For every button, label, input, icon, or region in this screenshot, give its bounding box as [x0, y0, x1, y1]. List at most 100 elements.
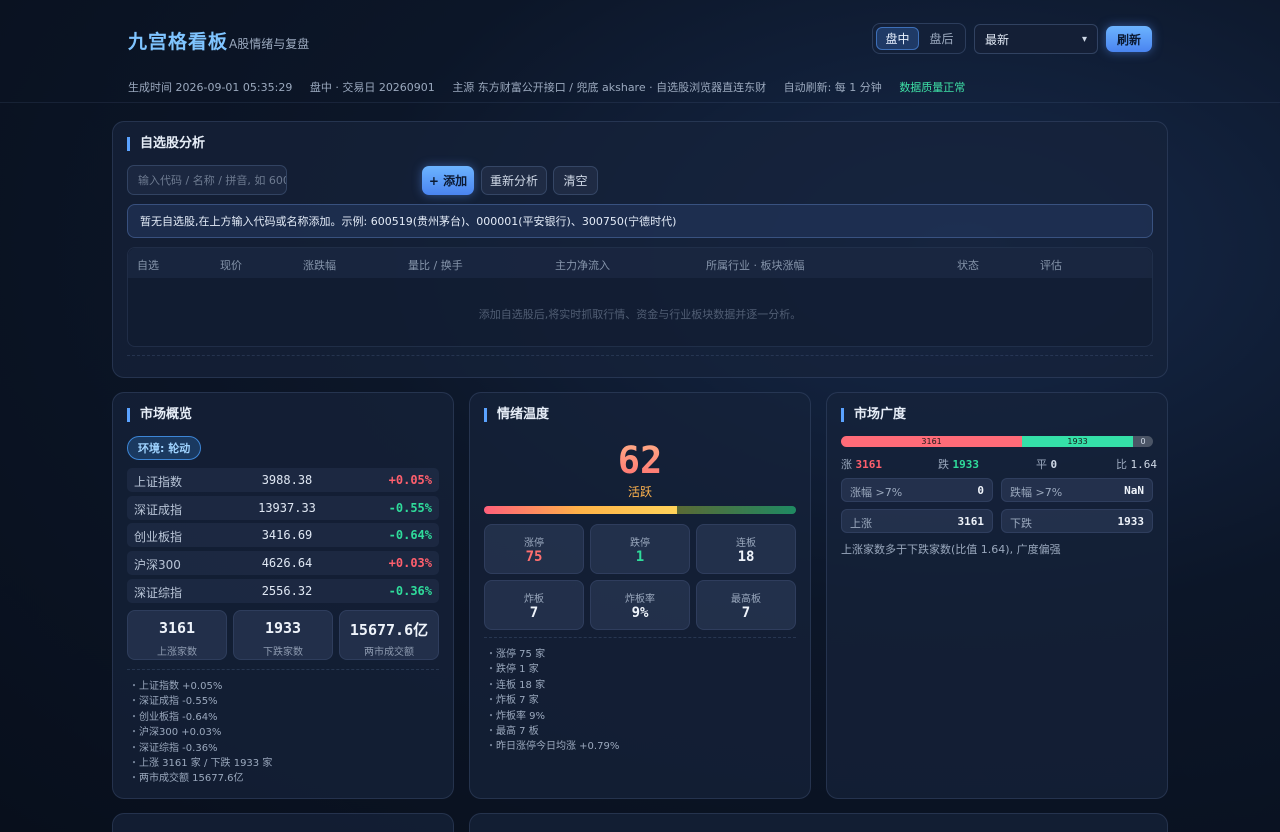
index-change: -0.55% — [388, 501, 432, 515]
cell-value: 0 — [977, 484, 984, 497]
list-item: 炸板率 9% — [486, 709, 619, 724]
watchlist-empty-text: 添加自选股后,将实时抓取行情、资金与行业板块数据并逐一分析。 — [478, 308, 802, 321]
index-name: 沪深300 — [134, 558, 181, 572]
breadth-cell: 下跌 1933 — [1001, 509, 1153, 533]
cell-value: 1933 — [1117, 515, 1145, 528]
cell-value: 75 — [525, 549, 543, 565]
stat-label: 上涨家数 — [157, 647, 197, 658]
breadth-cell: 跌幅 >7% NaN — [1001, 478, 1153, 502]
temperature-bar-fill — [484, 506, 678, 514]
col-change[interactable]: 涨跌幅 — [303, 257, 336, 273]
temperature-bar — [484, 506, 796, 514]
watchlist-search-input[interactable]: 输入代码 / 名称 / 拼音, 如 600519 — [127, 165, 287, 195]
index-name: 创业板指 — [134, 530, 183, 544]
limit-up-cell: 涨停 75 — [484, 524, 584, 574]
meta-line: 生成时间 2026-09-01 05:35:29 盘中 · 交易日 202609… — [128, 79, 979, 95]
index-name: 深证综指 — [134, 586, 183, 600]
divider — [127, 669, 439, 670]
cell-label: 炸板 — [524, 594, 544, 605]
summary-label: 平 — [1036, 458, 1047, 471]
watchlist-table: 自选 现价 涨跌幅 量比 / 换手 主力净流入 所属行业 · 板块涨幅 状态 评… — [127, 247, 1153, 347]
environment-badge: 环境: 轮动 — [127, 436, 202, 460]
session-intraday-button[interactable]: 盘中 — [876, 27, 919, 50]
header: 九宫格看板 A股情绪与复盘 盘中 盘后 最新 ▾ 刷新 生成时间 2026-09… — [0, 0, 1280, 103]
cell-value: 1 — [635, 549, 645, 565]
stat-down-count: 1933 下跌家数 — [233, 610, 333, 660]
col-main-inflow[interactable]: 主力净流入 — [555, 257, 610, 273]
cell-label: 涨幅 >7% — [850, 486, 903, 499]
index-row: 创业板指 3416.69 -0.64% — [127, 523, 439, 547]
index-change: +0.05% — [388, 473, 432, 487]
page-subtitle: A股情绪与复盘 — [229, 37, 310, 51]
refresh-button[interactable]: 刷新 — [1106, 26, 1152, 52]
index-name: 深证成指 — [134, 503, 183, 517]
index-name: 上证指数 — [134, 475, 183, 489]
breadth-down-segment: 1933 — [1022, 436, 1133, 447]
watchlist-notice: 暂无自选股,在上方输入代码或名称添加。示例: 600519(贵州茅台)、0000… — [127, 204, 1153, 238]
breadth-description: 上涨家数多于下跌家数(比值 1.64), 广度偏强 — [841, 543, 1061, 556]
stat-label: 下跌家数 — [263, 647, 303, 658]
lower-card — [112, 813, 454, 832]
summary-label: 比 — [1116, 458, 1127, 471]
data-quality-status: 数据质量正常 — [899, 81, 966, 94]
breadth-up-summary: 涨 3161 — [841, 456, 882, 472]
clear-button[interactable]: 清空 — [553, 166, 598, 195]
watchlist-title: 自选股分析 — [127, 137, 205, 151]
cell-label: 涨停 — [524, 538, 544, 549]
list-item: 上证指数 +0.05% — [129, 679, 272, 694]
stat-up-count: 3161 上涨家数 — [127, 610, 227, 660]
session-afterhours-button[interactable]: 盘后 — [921, 27, 962, 50]
col-price[interactable]: 现价 — [220, 257, 242, 273]
cell-value: 3161 — [957, 515, 985, 528]
session-toggle: 盘中 盘后 — [872, 23, 966, 54]
lower-card — [469, 813, 1168, 832]
cell-label: 炸板率 — [625, 594, 655, 605]
breadth-flat-summary: 平 0 — [1036, 456, 1057, 472]
highest-board-cell: 最高板 7 — [696, 580, 796, 630]
watchlist-table-header: 自选 现价 涨跌幅 量比 / 换手 主力净流入 所属行业 · 板块涨幅 状态 评… — [128, 248, 1152, 278]
col-volume-turnover[interactable]: 量比 / 换手 — [408, 257, 463, 273]
breadth-cell: 上涨 3161 — [841, 509, 993, 533]
generated-time: 生成时间 2026-09-01 05:35:29 — [128, 81, 293, 94]
stat-number: 15677.6亿 — [349, 621, 429, 639]
chevron-down-icon: ▾ — [1081, 33, 1087, 45]
data-source: 主源 东方财富公开接口 / 兜底 akshare · 自选股浏览器直连东财 — [452, 81, 767, 94]
col-status[interactable]: 状态 — [957, 257, 979, 273]
cell-label: 跌停 — [630, 538, 650, 549]
breadth-flat-segment: 0 — [1132, 436, 1153, 447]
summary-value: 1933 — [952, 458, 980, 471]
trade-session: 盘中 · 交易日 20260901 — [309, 81, 435, 94]
temperature-state: 活跃 — [627, 485, 652, 499]
index-row: 沪深300 4626.64 +0.03% — [127, 551, 439, 575]
list-item: 连板 18 家 — [486, 678, 619, 693]
index-change: -0.36% — [388, 584, 432, 598]
snapshot-select[interactable]: 最新 ▾ — [974, 24, 1098, 54]
stat-label: 两市成交额 — [364, 647, 414, 658]
col-rating[interactable]: 评估 — [1040, 257, 1062, 273]
col-industry[interactable]: 所属行业 · 板块涨幅 — [706, 257, 805, 273]
cell-label: 最高板 — [731, 594, 761, 605]
watchlist-card: 自选股分析 输入代码 / 名称 / 拼音, 如 600519 + 添加 重新分析… — [112, 121, 1168, 378]
summary-value: 3161 — [855, 458, 883, 471]
index-row: 深证综指 2556.32 -0.36% — [127, 579, 439, 603]
list-item: 沪深300 +0.03% — [129, 725, 272, 740]
stat-turnover: 15677.6亿 两市成交额 — [339, 610, 439, 660]
breadth-up-segment: 3161 — [841, 436, 1023, 447]
summary-value: 0 — [1050, 458, 1058, 471]
divider — [127, 355, 1153, 356]
breadth-down-summary: 跌 1933 — [938, 456, 979, 472]
col-watch[interactable]: 自选 — [137, 257, 159, 273]
snapshot-select-value: 最新 — [985, 32, 1010, 47]
index-value: 4626.64 — [261, 556, 313, 570]
summary-value: 1.64 — [1130, 458, 1158, 471]
index-row: 深证成指 13937.33 -0.55% — [127, 496, 439, 520]
list-item: 创业板指 -0.64% — [129, 710, 272, 725]
index-row: 上证指数 3988.38 +0.05% — [127, 468, 439, 492]
list-item: 上涨 3161 家 / 下跌 1933 家 — [129, 756, 272, 771]
broken-board-cell: 炸板 7 — [484, 580, 584, 630]
list-item: 深证成指 -0.55% — [129, 694, 272, 709]
cell-label: 下跌 — [1010, 517, 1032, 530]
add-stock-button[interactable]: + 添加 — [422, 166, 474, 195]
index-value: 3416.69 — [261, 528, 313, 542]
reanalyze-button[interactable]: 重新分析 — [481, 166, 547, 195]
